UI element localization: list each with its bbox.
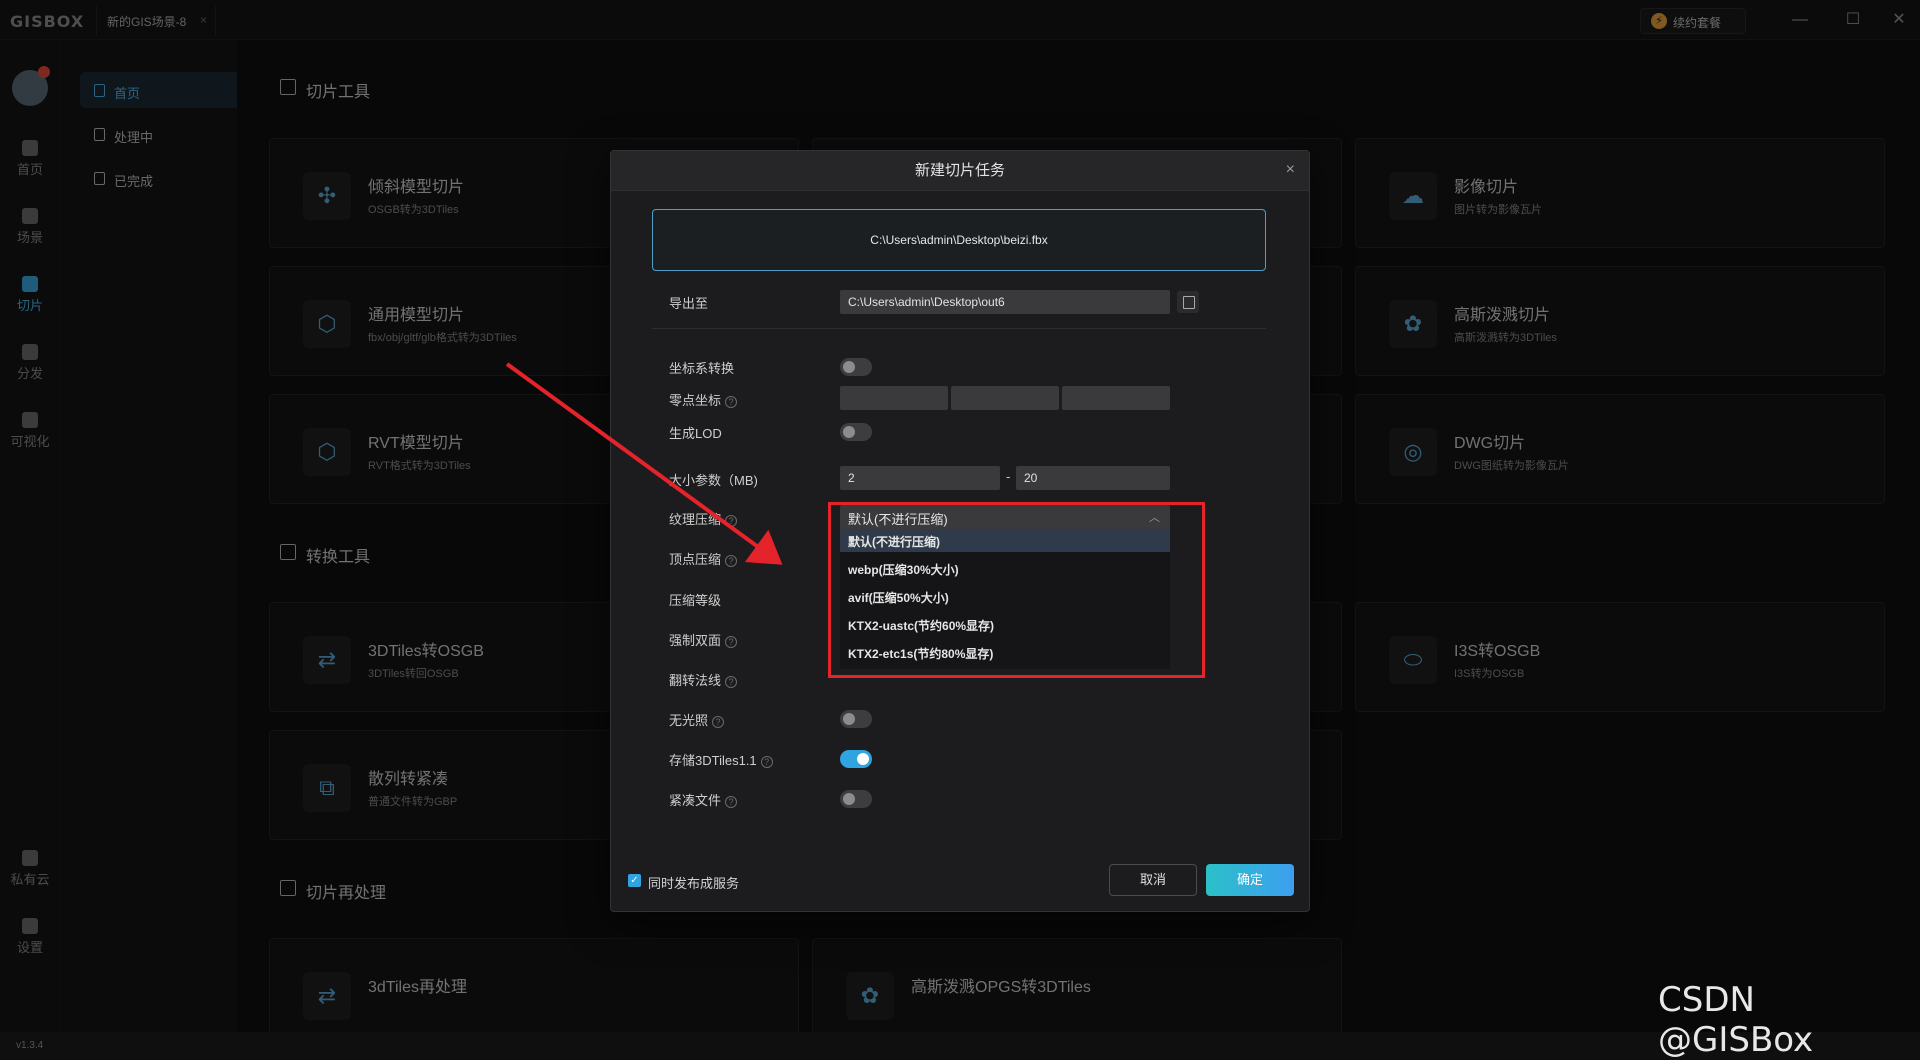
watermark: CSDN @GISBox <box>1658 980 1814 1060</box>
version-label: v1.3.4 <box>16 1040 44 1051</box>
annotation-highlight-box <box>828 502 1205 678</box>
